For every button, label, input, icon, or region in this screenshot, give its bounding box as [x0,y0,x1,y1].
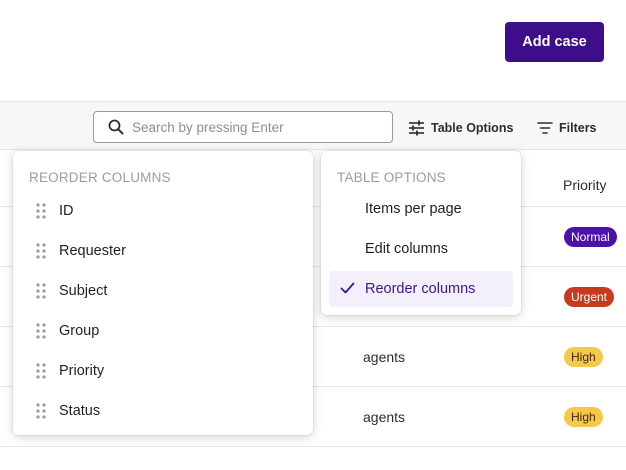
reorder-item-status[interactable]: Status [13,391,313,431]
search-icon [108,119,124,135]
checkmark-icon [340,282,355,294]
reorder-item-label: Status [59,403,101,419]
priority-badge: Urgent [564,287,615,307]
drag-handle-icon[interactable] [36,283,46,299]
menu-item-edit-columns[interactable]: Edit columns [329,231,513,267]
drag-handle-icon[interactable] [36,363,46,379]
reorder-columns-title: REORDER COLUMNS [29,170,171,185]
reorder-item-label: Subject [59,283,108,299]
reorder-item-label: Group [59,323,100,339]
drag-handle-icon[interactable] [36,323,46,339]
menu-item-label: Edit columns [365,241,449,257]
priority-badge: Normal [564,227,617,247]
reorder-columns-menu: REORDER COLUMNS ID Requester Subject Gro… [13,151,313,435]
drag-handle-icon[interactable] [36,403,46,419]
search-box[interactable] [93,111,393,143]
filters-label: Filters [559,121,597,135]
reorder-item-label: Priority [59,363,105,379]
table-toolbar: Table Options Filters [0,101,626,150]
reorder-item-requester[interactable]: Requester [13,231,313,271]
column-header-priority[interactable]: Priority [563,177,607,193]
table-options-title: TABLE OPTIONS [337,170,446,185]
reorder-item-subject[interactable]: Subject [13,271,313,311]
menu-item-items-per-page[interactable]: Items per page [329,191,513,227]
priority-badge: High [564,407,603,427]
group-cell: agents [363,409,406,425]
reorder-item-label: ID [59,203,74,219]
reorder-item-label: Requester [59,243,126,259]
drag-handle-icon[interactable] [36,243,46,259]
table-options-label: Table Options [431,121,514,135]
filter-icon [537,122,553,134]
menu-item-label: Reorder columns [365,281,476,297]
menu-item-reorder-columns[interactable]: Reorder columns [329,271,513,307]
menu-item-label: Items per page [365,201,462,217]
table-options-menu: TABLE OPTIONS Items per page Edit column… [321,151,521,315]
row-divider [0,446,626,447]
reorder-item-priority[interactable]: Priority [13,351,313,391]
filters-button[interactable]: Filters [537,117,597,139]
group-cell: agents [363,349,406,365]
priority-badge: High [564,347,603,367]
reorder-item-id[interactable]: ID [13,191,313,231]
add-case-button[interactable]: Add case [505,22,604,62]
reorder-item-group[interactable]: Group [13,311,313,351]
sliders-icon [409,120,424,136]
drag-handle-icon[interactable] [36,203,46,219]
search-input[interactable] [132,119,372,135]
table-options-button[interactable]: Table Options [408,117,513,139]
